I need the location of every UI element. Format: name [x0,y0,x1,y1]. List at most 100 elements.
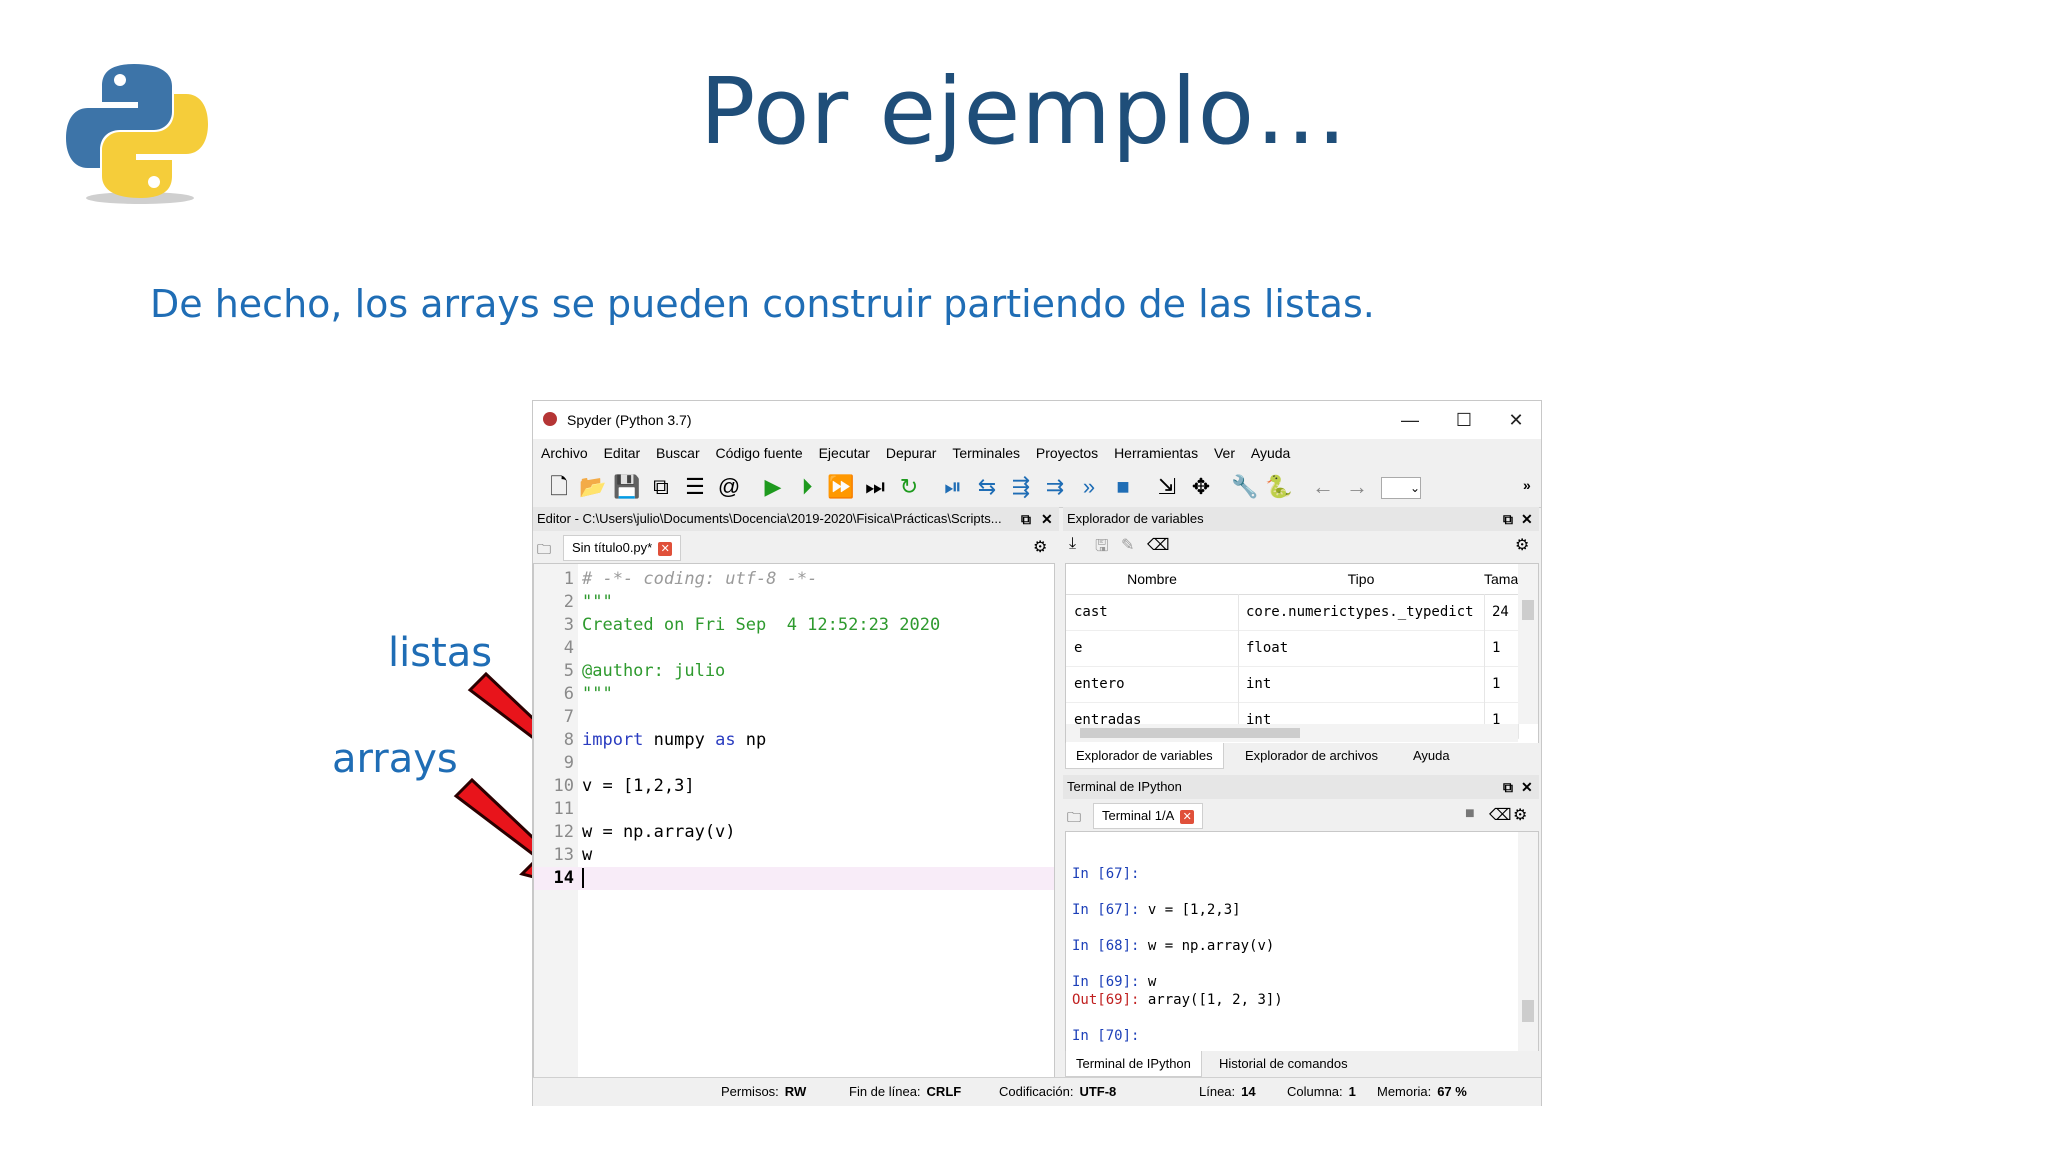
erase-variables-icon[interactable]: ⌫ [1147,535,1170,555]
close-terminal-tab-icon[interactable]: ✕ [1180,809,1195,824]
menu-ejecutar[interactable]: Ejecutar [819,439,870,467]
debug-icon[interactable]: ⏯ [939,473,967,501]
minimize-button[interactable]: — [1385,405,1435,435]
undock-variables-icon[interactable]: ⧉ [1503,507,1513,531]
menu-proyectos[interactable]: Proyectos [1036,439,1098,467]
stop-icon[interactable]: ■ [1109,473,1137,501]
run-icon[interactable]: ▶ [759,473,787,501]
var-name-cell[interactable]: e [1066,630,1239,667]
code-line: 10 v = [1,2,3] [553,776,695,796]
menu-terminales[interactable]: Terminales [952,439,1020,467]
close-terminal-icon[interactable]: ✕ [1521,775,1533,799]
toolbar: 🗋 📂 💾 ⧉ ☰ @ ▶ ⏵ ⏩ ⏭ ↻ ⏯ ⇆ ⇶ ⇉ » ■ ⇲ ✥ 🔧 … [533,467,1541,508]
stop-kernel-icon[interactable]: ■ [1465,805,1475,823]
console-output-line: Out[69]: array([1, 2, 3]) [1072,992,1283,1008]
console-line: In [68]: w = np.array(v) [1072,938,1275,954]
var-name-cell[interactable]: cast [1066,594,1239,631]
variables-options-gear-icon[interactable]: ⚙ [1515,535,1529,555]
variables-horizontal-scrollbar[interactable] [1066,724,1518,742]
run-cell-icon[interactable]: ⏵ [793,473,821,501]
fullscreen-icon[interactable]: ✥ [1187,473,1215,501]
var-type-cell: core.numerictypes._typedict [1238,594,1485,631]
browse-terminal-tabs-icon[interactable]: 🗀 [1067,807,1081,831]
code-editor[interactable]: 1 # -*- coding: utf-8 -*- 2 """ 3 Created o… [533,563,1055,1080]
var-size-cell: 24 [1484,594,1519,631]
import-data-icon[interactable]: ⤓ [1069,535,1076,553]
browse-tabs-icon[interactable]: 🗀 [537,539,551,563]
annotation-arrays: arrays [332,736,458,782]
save-data-icon[interactable]: 🖫 [1095,535,1109,562]
menu-buscar[interactable]: Buscar [656,439,700,467]
step-icon[interactable]: ⇆ [973,473,1001,501]
tab-ayuda[interactable]: Ayuda [1403,743,1460,768]
list-icon[interactable]: ☰ [681,473,709,501]
menu-depurar[interactable]: Depurar [886,439,937,467]
open-file-icon[interactable]: 📂 [579,473,607,501]
tab-sin-titulo[interactable]: Sin título0.py* ✕ [563,535,682,561]
console-line: In [70]: [1072,1028,1140,1044]
back-arrow-icon[interactable]: ← [1309,473,1337,501]
menu-archivo[interactable]: Archivo [541,439,588,467]
slide-title: Por ejemplo… [699,58,1349,165]
forward-arrow-icon[interactable]: → [1343,473,1371,501]
toolbar-overflow-icon[interactable]: » [1523,477,1531,493]
save-data-as-icon[interactable]: ✎ [1121,535,1134,555]
run-cell-advance-icon[interactable]: ⏩ [827,473,855,501]
close-button[interactable]: ✕ [1491,405,1541,435]
close-variables-icon[interactable]: ✕ [1521,507,1533,531]
code-line: 12 w = np.array(v) [553,822,736,842]
menu-editar[interactable]: Editar [604,439,641,467]
console-line: In [69]: w [1072,974,1157,990]
menu-codigo-fuente[interactable]: Código fuente [716,439,803,467]
rerun-icon[interactable]: ↻ [895,473,923,501]
editor-tabbar: 🗀 Sin título0.py* ✕ ⚙ [533,531,1059,563]
maximize-button[interactable]: ☐ [1439,405,1489,435]
column-header-tipo[interactable]: Tipo [1238,564,1485,595]
editor-path: Editor - C:\Users\julio\Documents\Docenc… [537,511,1002,526]
run-selection-icon[interactable]: ⏭ [861,473,889,501]
code-line: 11 [553,799,574,819]
tab-explorador-archivos[interactable]: Explorador de archivos [1235,743,1388,768]
code-line: 13 w [553,845,593,865]
continue-icon[interactable]: » [1075,473,1103,501]
step-return-icon[interactable]: ⇉ [1041,473,1069,501]
code-line: 5 @author: julio [563,661,726,681]
editor-options-gear-icon[interactable]: ⚙ [1033,537,1047,557]
preferences-icon[interactable]: 🔧 [1231,473,1259,501]
status-linea: Línea: 14 [1199,1084,1256,1099]
close-editor-icon[interactable]: ✕ [1041,507,1053,531]
code-line: 9 [563,753,574,773]
spyder-app-icon [543,412,557,426]
maximize-pane-icon[interactable]: ⇲ [1153,473,1181,501]
new-file-icon[interactable]: 🗋 [545,473,573,501]
menu-ayuda[interactable]: Ayuda [1251,439,1290,467]
close-tab-icon[interactable]: ✕ [658,541,673,556]
ipython-header: Terminal de IPython ⧉ ✕ [1063,775,1539,800]
working-dir-select[interactable]: ⌄ [1381,477,1421,499]
python-path-icon[interactable]: 🐍 [1265,473,1293,501]
ipython-console[interactable]: In [67]: In [67]: v = [1,2,3] In [68]: w… [1065,831,1539,1053]
save-icon[interactable]: 💾 [613,473,641,501]
tab-terminal-ipython[interactable]: Terminal de IPython [1065,1051,1202,1077]
step-into-icon[interactable]: ⇶ [1007,473,1035,501]
column-header-nombre[interactable]: Nombre [1066,564,1239,595]
menu-herramientas[interactable]: Herramientas [1114,439,1198,467]
undock-terminal-icon[interactable]: ⧉ [1503,775,1513,799]
undock-editor-icon[interactable]: ⧉ [1021,507,1031,531]
tab-terminal-1a[interactable]: Terminal 1/A ✕ [1093,803,1204,829]
at-icon[interactable]: @ [715,473,743,501]
status-memoria: Memoria: 67 % [1377,1084,1467,1099]
variable-pane-tabs: Explorador de variables Explorador de ar… [1063,743,1539,769]
tab-explorador-variables[interactable]: Explorador de variables [1065,743,1224,769]
save-all-icon[interactable]: ⧉ [647,473,675,501]
tab-historial-comandos[interactable]: Historial de comandos [1209,1051,1358,1076]
terminal-options-gear-icon[interactable]: ⚙ [1513,805,1527,825]
variables-vertical-scrollbar[interactable] [1518,564,1538,724]
column-header-tamano[interactable]: Tamaño [1484,564,1519,595]
var-name-cell[interactable]: entero [1066,666,1239,703]
clear-console-icon[interactable]: ⌫ [1489,805,1512,825]
var-type-cell: int [1238,666,1485,703]
ipython-title: Terminal de IPython [1067,779,1182,794]
console-scrollbar[interactable] [1518,832,1538,1052]
menu-ver[interactable]: Ver [1214,439,1235,467]
